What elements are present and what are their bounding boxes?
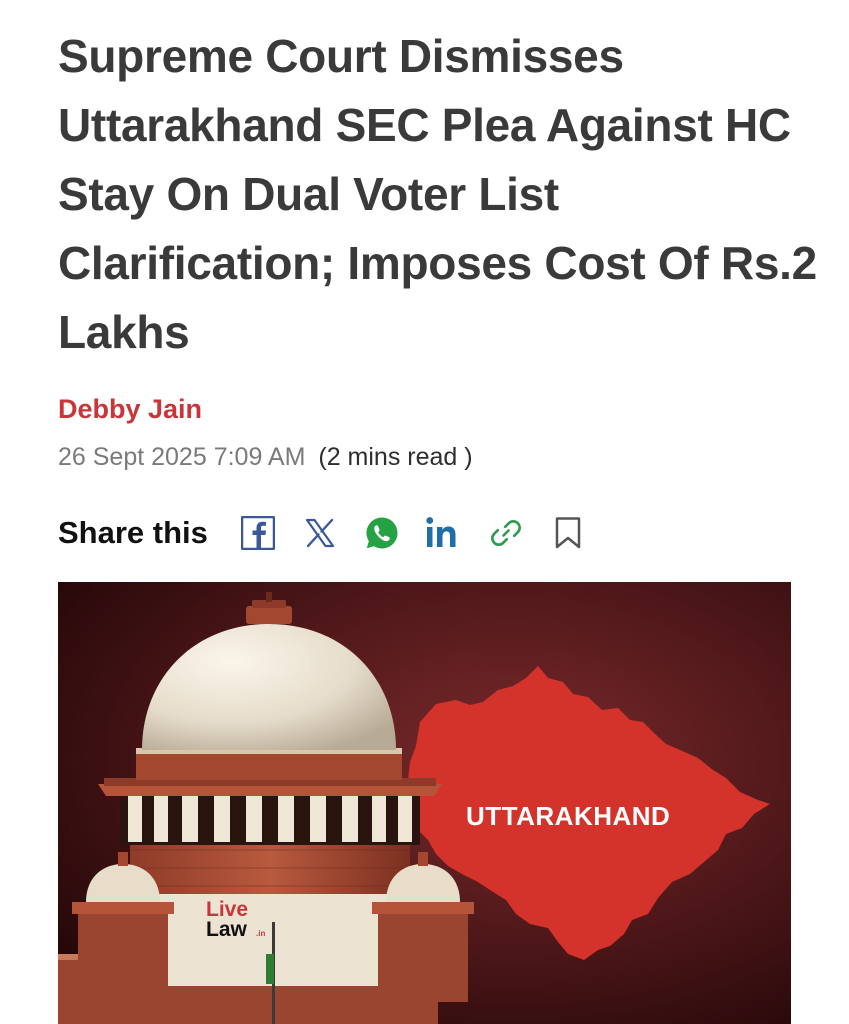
- share-label: Share this: [58, 515, 208, 550]
- logo-law: Law: [206, 918, 248, 941]
- state-label: UTTARAKHAND: [466, 801, 670, 831]
- whatsapp-icon[interactable]: [362, 513, 402, 553]
- x-icon[interactable]: [300, 513, 340, 553]
- linkedin-icon[interactable]: [424, 513, 464, 553]
- publish-date: 26 Sept 2025 7:09 AM: [58, 443, 306, 471]
- hero-image: UTTARAKHAND Live Law .in: [58, 582, 791, 1024]
- read-time: (2 mins read ): [318, 443, 473, 471]
- author-link[interactable]: Debby Jain: [58, 394, 202, 425]
- bookmark-icon[interactable]: [548, 513, 588, 553]
- share-bar: Share this: [58, 508, 610, 558]
- link-icon[interactable]: [486, 513, 526, 553]
- logo-suffix: .in: [256, 929, 265, 938]
- facebook-icon[interactable]: [238, 513, 278, 553]
- article-meta: 26 Sept 2025 7:09 AM (2 mins read ): [58, 443, 473, 472]
- article-headline: Supreme Court Dismisses Uttarakhand SEC …: [58, 30, 817, 358]
